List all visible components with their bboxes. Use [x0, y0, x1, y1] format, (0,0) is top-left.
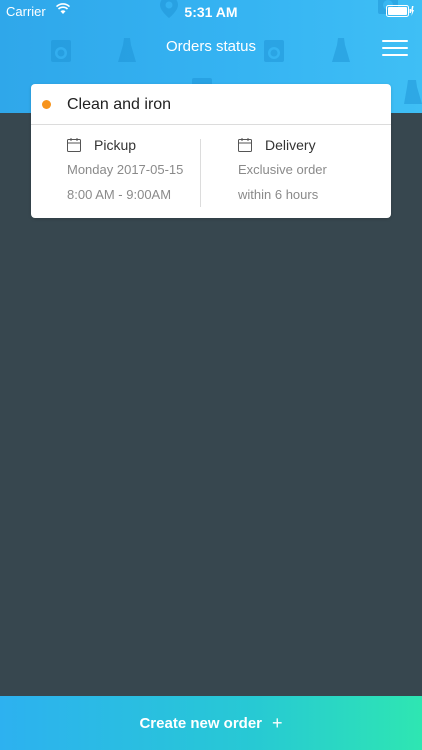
order-status-dot [42, 100, 51, 109]
delivery-section: Delivery Exclusive order within 6 hours [238, 136, 327, 204]
delivery-time: within 6 hours [238, 187, 319, 202]
page-title: Orders status [165, 38, 257, 55]
status-bar: Carrier 5:31 AM [0, 0, 422, 24]
delivery-label: Delivery [265, 137, 316, 153]
order-card-header: Clean and iron [31, 84, 391, 125]
pickup-label: Pickup [94, 137, 137, 153]
pickup-date: Monday 2017-05-15 [67, 162, 184, 177]
plus-icon: + [272, 712, 283, 733]
delivery-type: Exclusive order [238, 162, 327, 177]
calendar-icon [238, 138, 252, 152]
pickup-section: Pickup Monday 2017-05-15 8:00 AM - 9:00A… [67, 136, 183, 204]
pickup-time: 8:00 AM - 9:00AM [67, 187, 172, 202]
charging-icon [411, 6, 414, 16]
create-new-order-label: Create new order [139, 714, 263, 732]
calendar-icon [67, 138, 81, 152]
battery-icon [386, 5, 414, 20]
hamburger-menu-icon[interactable] [382, 40, 408, 58]
create-new-order-button[interactable]: Create new order + [0, 696, 422, 750]
status-time: 5:31 AM [184, 4, 238, 20]
dress-icon [404, 80, 422, 104]
order-title: Clean and iron [67, 96, 172, 113]
order-card[interactable]: Clean and iron Pickup Monday 2017-05-15 … [31, 84, 391, 218]
section-divider [200, 139, 201, 207]
